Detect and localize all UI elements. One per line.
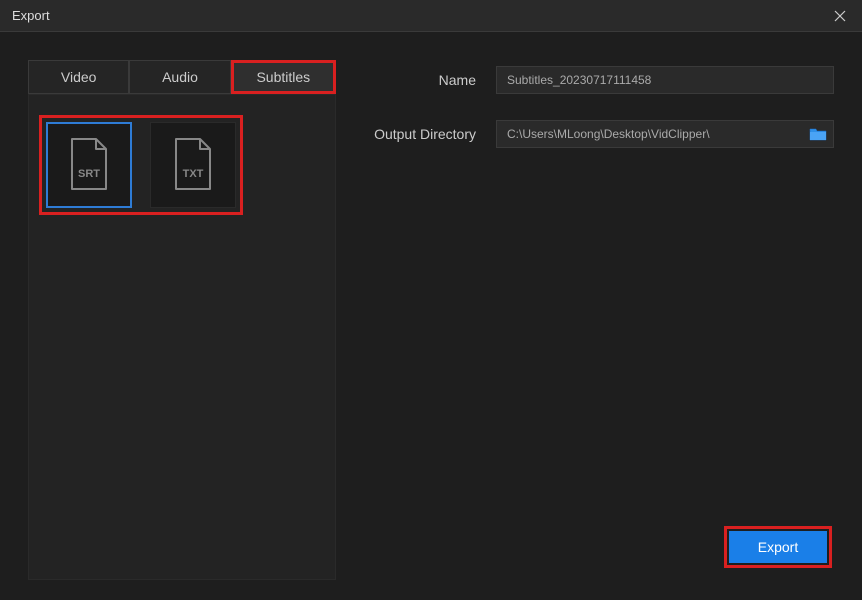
export-button-highlight: Export [724,526,832,568]
format-option-srt[interactable]: SRT [46,122,132,208]
format-grid-highlight: SRT TXT [39,115,243,215]
bottom-bar: Export [724,526,832,568]
format-panel: SRT TXT [28,94,336,580]
name-row: Name [364,66,834,94]
directory-input[interactable] [497,121,807,147]
close-icon [834,10,846,22]
left-panel: Video Audio Subtitles SRT [28,60,336,580]
tab-audio[interactable]: Audio [129,60,230,94]
tabs-bar: Video Audio Subtitles [28,60,336,94]
directory-input-wrapper [496,120,834,148]
file-srt-icon: SRT [66,137,112,193]
export-button[interactable]: Export [729,531,827,563]
format-option-txt[interactable]: TXT [150,122,236,208]
content-area: Video Audio Subtitles SRT [0,32,862,600]
tab-video[interactable]: Video [28,60,129,94]
directory-row: Output Directory [364,120,834,148]
format-grid: SRT TXT [46,122,236,208]
window-title: Export [12,8,50,23]
directory-label: Output Directory [364,126,476,142]
name-label: Name [364,72,476,88]
svg-text:TXT: TXT [183,168,204,180]
tab-subtitles[interactable]: Subtitles [231,60,336,94]
browse-button[interactable] [807,125,829,143]
file-txt-icon: TXT [170,137,216,193]
close-button[interactable] [830,6,850,26]
right-panel: Name Output Directory [364,60,834,580]
name-input[interactable] [496,66,834,94]
titlebar: Export [0,0,862,32]
folder-icon [809,127,827,141]
svg-text:SRT: SRT [78,168,100,180]
